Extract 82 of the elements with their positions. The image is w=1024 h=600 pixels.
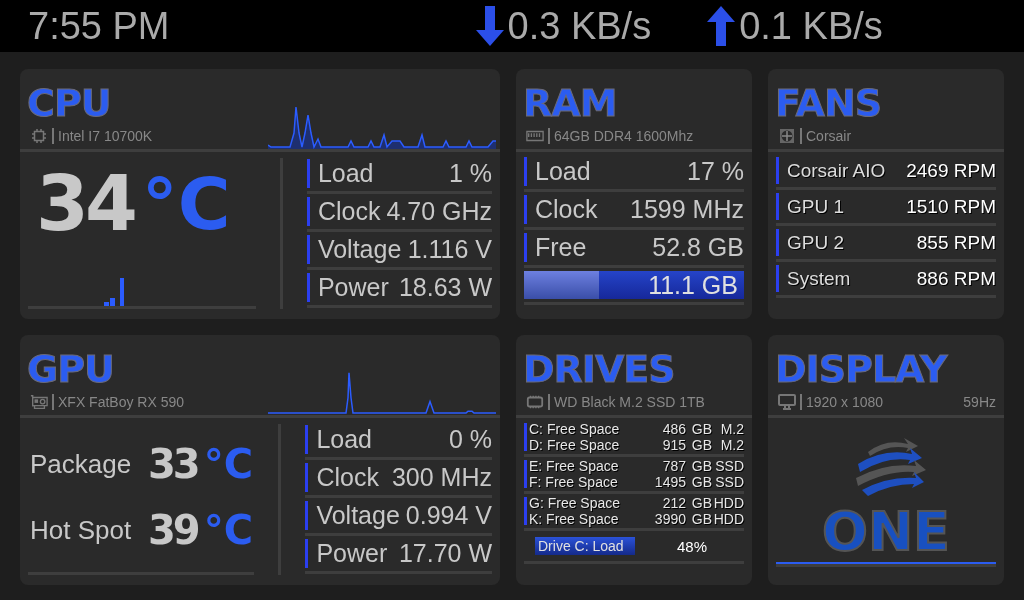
space-unit: GB [690,495,712,511]
space-unit: GB [690,437,712,453]
gpu-temperature: 39 [148,507,198,553]
space-unit: GB [690,474,712,490]
drive-label: K: Free Space [529,511,620,527]
card-title: DISPLAY [775,349,947,389]
stat-value: 4.70 GHz [385,197,492,226]
free-space: 3990 [653,511,686,527]
drive-type: HDD [712,495,744,511]
download-rate: 0.3 KB/s [507,4,652,48]
stat-value: 0 % [447,425,492,454]
free-space: 1495 [653,474,686,490]
drive-type: SSD [714,458,744,474]
stat-label: Voltage [316,501,400,530]
drive-type: M.2 [719,437,744,453]
gpu-temperature: 33 [148,441,198,487]
stat-label: Free [535,233,587,262]
fan-speed: 855 RPM [916,231,996,254]
stat-value: 300 MHz [390,463,492,492]
refresh-rate: 59Hz [963,394,996,410]
free-space: 486 [661,421,686,437]
stat-label: Voltage [317,235,402,264]
stat-label: Clock [316,463,379,492]
memory-used: 11.1 GB [648,270,739,300]
stat-value: 1 % [447,159,492,188]
drive-type: SSD [714,474,744,490]
cpu-temperature: 34 [36,164,134,244]
stat-label: Load [316,425,372,454]
temperature-label: Hot Spot [30,514,133,546]
fan-label: Corsair AIO [787,159,886,182]
drive-model: WD Black M.2 SSD 1TB [554,394,705,410]
drive-label: G: Free Space [529,495,622,511]
drive-type: M.2 [719,421,744,437]
stat-value: 1599 MHz [629,195,744,224]
drive-label: F: Free Space [529,474,619,490]
drive-label: C: Free Space [529,421,621,437]
card-title: DRIVES [523,349,675,389]
stat-value: 17.70 W [397,539,492,568]
stat-label: Clock [535,195,598,224]
space-unit: GB [690,458,712,474]
stat-value: 1.116 V [406,235,492,264]
card-title: CPU [27,83,111,123]
temperature-label: Package [30,448,133,480]
free-space: 915 [661,437,686,453]
drive-label: E: Free Space [529,458,620,474]
temperature-unit: °C [141,164,231,244]
space-unit: GB [690,511,712,527]
drive-type: HDD [712,511,744,527]
fan-brand: Corsair [806,128,852,144]
memory-model: 64GB DDR4 1600Mhz [554,128,694,144]
temperature-unit: °C [203,441,254,487]
display-resolution: 1920 x 1080 [806,394,884,410]
card-title: RAM [523,83,617,123]
stat-label: Load [535,157,591,186]
logo-text: ONE [822,504,950,560]
fan-label: GPU 1 [787,195,845,218]
stat-label: Power [317,273,389,302]
drive-load-label: Drive C: Load [535,537,635,555]
stat-label: Clock [317,197,381,226]
fan-speed: 1510 RPM [906,195,996,218]
fan-speed: 2469 RPM [906,159,996,182]
drive-load-value: 48% [677,537,708,555]
gpu-model: XFX FatBoy RX 590 [58,394,185,410]
card-title: FANS [775,83,882,123]
stat-label: Power [316,539,388,568]
fan-label: System [787,267,851,290]
free-space: 212 [661,495,686,511]
stat-value: 17 % [686,157,744,186]
stat-value: 18.63 W [397,273,492,302]
cpu-model: Intel I7 10700K [58,128,153,144]
temperature-unit: °C [203,507,254,553]
stat-value: 52.8 GB [651,233,744,262]
stat-label: Load [317,159,374,188]
fan-speed: 886 RPM [916,267,996,290]
fan-label: GPU 2 [787,231,845,254]
upload-rate: 0.1 KB/s [739,4,883,48]
clock-time: 7:55 PM [28,4,170,48]
drive-label: D: Free Space [529,437,621,453]
card-title: GPU [27,349,114,389]
stat-value: 0.994 V [404,501,492,530]
free-space: 787 [661,458,686,474]
space-unit: GB [690,421,712,437]
